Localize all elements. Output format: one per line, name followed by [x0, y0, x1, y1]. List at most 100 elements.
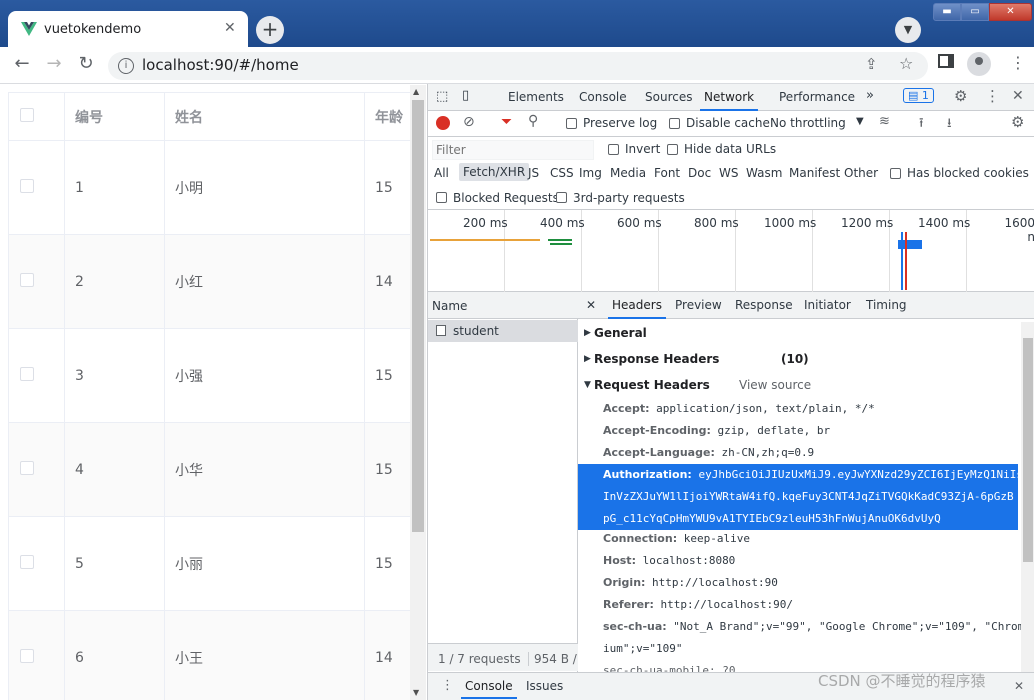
details-scrollbar-thumb[interactable]: [1023, 338, 1033, 562]
type-doc[interactable]: Doc: [688, 166, 711, 180]
type-ws[interactable]: WS: [719, 166, 738, 180]
close-drawer-icon[interactable]: ✕: [1014, 679, 1024, 693]
close-devtools-icon[interactable]: ✕: [1012, 88, 1024, 104]
view-source-link[interactable]: View source: [739, 378, 811, 392]
hide-data-urls-checkbox[interactable]: [667, 144, 678, 155]
select-all-checkbox[interactable]: [20, 107, 34, 122]
table-row[interactable]: 2 小红 14: [8, 234, 425, 329]
row-checkbox[interactable]: [20, 366, 34, 381]
clear-icon[interactable]: ⊘: [463, 114, 475, 130]
export-har-icon[interactable]: ⭳: [947, 114, 952, 136]
request-headers-expand-icon[interactable]: ▼: [584, 380, 591, 390]
record-icon[interactable]: [436, 116, 450, 130]
network-settings-icon[interactable]: ⚙: [1011, 113, 1024, 131]
more-tabs-icon[interactable]: »: [866, 88, 874, 103]
throttling-dropdown-icon[interactable]: ▼: [856, 116, 864, 127]
tab-network[interactable]: Network: [700, 90, 759, 111]
tab-sources[interactable]: Sources: [645, 90, 692, 104]
reload-icon[interactable]: ↻: [74, 53, 98, 74]
general-collapse-icon[interactable]: ▶: [584, 328, 591, 338]
tab-console[interactable]: Console: [579, 90, 627, 104]
table-row[interactable]: 5 小丽 15: [8, 516, 425, 611]
detail-tab-preview[interactable]: Preview: [675, 298, 722, 312]
site-info-icon[interactable]: i: [118, 58, 134, 74]
settings-gear-icon[interactable]: ⚙: [954, 87, 967, 105]
detail-tab-headers[interactable]: Headers: [608, 298, 666, 319]
type-js[interactable]: JS: [528, 166, 539, 180]
row-checkbox[interactable]: [20, 554, 34, 569]
window-close-button[interactable]: ✕: [989, 3, 1032, 21]
type-other[interactable]: Other: [844, 166, 878, 180]
window-minimize-button[interactable]: ▬: [933, 3, 961, 21]
row-checkbox-cell[interactable]: [8, 140, 65, 235]
row-checkbox-cell[interactable]: [8, 328, 65, 423]
disable-cache-checkbox[interactable]: [669, 118, 680, 129]
inspect-element-icon[interactable]: ⬚: [436, 89, 448, 104]
devtools-menu-icon[interactable]: ⋮: [985, 87, 1000, 105]
table-row[interactable]: 6 小王 14: [8, 610, 425, 700]
tab-search-chevron-icon[interactable]: ▼: [895, 17, 921, 43]
row-checkbox-cell[interactable]: [8, 610, 65, 700]
tab-close-icon[interactable]: ✕: [224, 20, 236, 36]
row-checkbox-cell[interactable]: [8, 516, 65, 611]
share-icon[interactable]: ⇪: [865, 55, 878, 73]
name-column-header[interactable]: Name: [432, 299, 467, 313]
table-row[interactable]: 3 小强 15: [8, 328, 425, 423]
detail-tab-response[interactable]: Response: [735, 298, 793, 312]
window-maximize-button[interactable]: ▭: [961, 3, 989, 21]
type-manifest[interactable]: Manifest: [789, 166, 840, 180]
new-tab-button[interactable]: +: [256, 16, 284, 44]
row-checkbox[interactable]: [20, 460, 34, 475]
section-response-headers[interactable]: Response Headers: [594, 352, 719, 366]
type-media[interactable]: Media: [610, 166, 646, 180]
table-row[interactable]: 1 小明 15: [8, 140, 425, 235]
drawer-tab-issues[interactable]: Issues: [526, 679, 563, 693]
section-request-headers[interactable]: Request Headers: [594, 378, 710, 392]
has-blocked-cookies-checkbox[interactable]: [890, 168, 901, 179]
third-party-checkbox[interactable]: [556, 192, 567, 203]
filter-funnel-icon[interactable]: ⏷: [501, 114, 512, 130]
blocked-requests-checkbox[interactable]: [436, 192, 447, 203]
browser-menu-icon[interactable]: ⋮: [1010, 53, 1026, 72]
scroll-up-arrow-icon[interactable]: ▲: [413, 87, 419, 96]
import-har-icon[interactable]: ⭱: [919, 114, 924, 136]
tab-performance[interactable]: Performance: [779, 90, 855, 104]
section-general[interactable]: General: [594, 326, 647, 340]
row-checkbox[interactable]: [20, 272, 34, 287]
invert-checkbox[interactable]: [608, 144, 619, 155]
row-checkbox[interactable]: [20, 178, 34, 193]
detail-tab-timing[interactable]: Timing: [866, 298, 907, 312]
row-checkbox-cell[interactable]: [8, 422, 65, 517]
search-icon[interactable]: ⚲: [528, 113, 538, 129]
url-text[interactable]: localhost:90/#/home: [142, 56, 299, 74]
row-checkbox[interactable]: [20, 648, 34, 663]
back-arrow-icon[interactable]: ←: [10, 53, 34, 74]
close-details-icon[interactable]: ✕: [586, 298, 596, 312]
browser-tab[interactable]: vuetokendemo ✕: [8, 11, 248, 47]
page-scrollbar-thumb[interactable]: [412, 100, 424, 532]
type-fetch-xhr[interactable]: Fetch/XHR: [459, 163, 530, 181]
issues-badge[interactable]: ▤ 1: [903, 88, 934, 103]
network-conditions-icon[interactable]: ≋: [879, 114, 890, 129]
filter-input[interactable]: [432, 140, 594, 160]
network-overview-timeline[interactable]: 200 ms 400 ms 600 ms 800 ms 1000 ms 1200…: [428, 210, 1034, 292]
response-headers-collapse-icon[interactable]: ▶: [584, 354, 591, 364]
request-row[interactable]: student: [428, 320, 578, 342]
device-toolbar-icon[interactable]: ▯: [462, 88, 469, 103]
type-img[interactable]: Img: [579, 166, 602, 180]
type-font[interactable]: Font: [654, 166, 680, 180]
forward-arrow-icon[interactable]: →: [42, 53, 66, 74]
select-all-cell[interactable]: [8, 92, 65, 141]
throttling-select[interactable]: No throttling: [770, 116, 846, 130]
profile-avatar-icon[interactable]: [967, 52, 991, 76]
row-checkbox-cell[interactable]: [8, 234, 65, 329]
type-all[interactable]: All: [434, 166, 449, 180]
tab-elements[interactable]: Elements: [508, 90, 564, 104]
bookmark-star-icon[interactable]: ☆: [899, 54, 913, 73]
detail-tab-initiator[interactable]: Initiator: [804, 298, 851, 312]
side-panel-icon[interactable]: [938, 54, 954, 68]
table-row[interactable]: 4 小华 15: [8, 422, 425, 517]
drawer-menu-icon[interactable]: ⋮: [441, 678, 454, 693]
scroll-down-arrow-icon[interactable]: ▼: [413, 688, 419, 697]
type-css[interactable]: CSS: [550, 166, 574, 180]
